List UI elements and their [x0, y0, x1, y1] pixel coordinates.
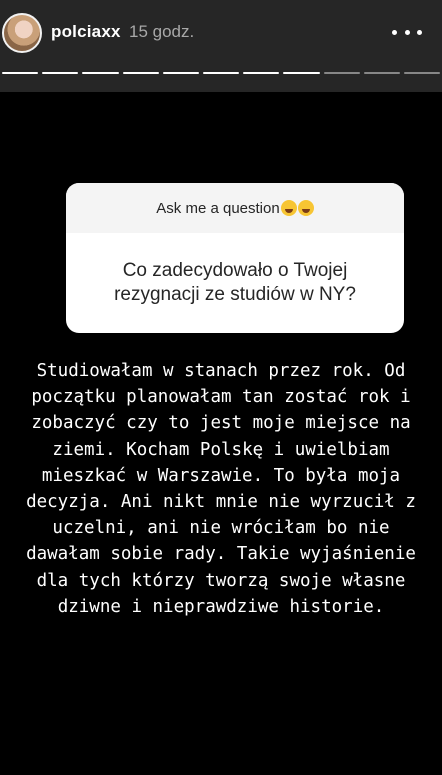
progress-segment [42, 72, 79, 74]
progress-segment [363, 72, 400, 74]
dot-icon [392, 29, 397, 35]
laughing-tears-emoji-icon [280, 200, 297, 216]
question-sticker: Ask me a question Co zadecydowało o Twoj… [66, 183, 404, 333]
progress-segment [283, 72, 320, 74]
story-header: polciaxx 15 godz. [0, 0, 442, 92]
progress-segment [82, 72, 119, 74]
laughing-tears-emoji-icon [297, 200, 314, 216]
story-progress-bar [0, 72, 442, 76]
progress-segment [2, 72, 39, 74]
username[interactable]: polciaxx [51, 22, 121, 42]
progress-segment [243, 72, 280, 74]
progress-segment [162, 72, 199, 74]
dot-icon [404, 29, 410, 35]
progress-segment [122, 72, 159, 74]
progress-segment [202, 72, 240, 74]
progress-segment [403, 72, 441, 74]
more-options-icon[interactable] [392, 22, 422, 42]
question-sticker-title-text: Ask me a question [156, 199, 280, 217]
question-text: Co zadecydowało o Twojej rezygnacji ze s… [114, 260, 356, 305]
dot-icon [417, 29, 422, 35]
post-time: 15 godz. [129, 22, 195, 41]
progress-segment [323, 72, 360, 74]
user-avatar[interactable] [2, 13, 42, 53]
question-sticker-title: Ask me a question [66, 183, 404, 233]
answer-text: Studiowałam w stanach przez rok. Od pocz… [26, 361, 416, 617]
